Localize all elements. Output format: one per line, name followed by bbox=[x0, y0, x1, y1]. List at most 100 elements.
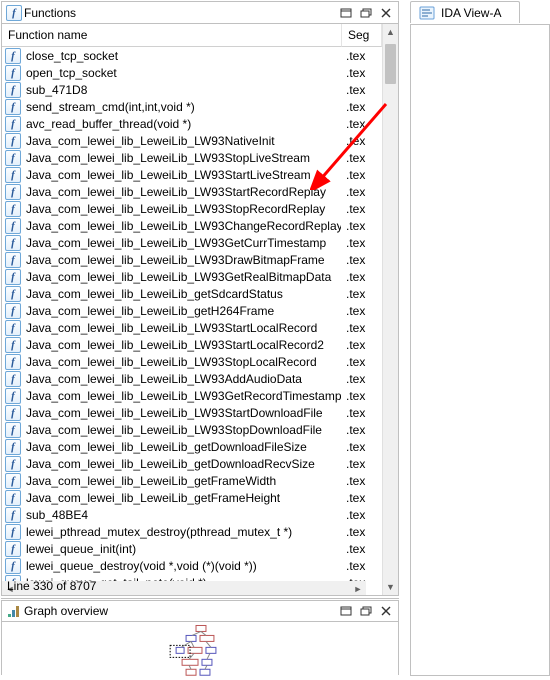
function-name: lewei_pthread_mutex_destroy(pthread_mute… bbox=[26, 525, 341, 539]
function-name: Java_com_lewei_lib_LeweiLib_getFrameWidt… bbox=[26, 474, 341, 488]
table-row[interactable]: fJava_com_lewei_lib_LeweiLib_LW93ChangeR… bbox=[2, 217, 382, 234]
function-segment: .tex bbox=[346, 423, 382, 437]
functions-panel: f Functions Function name Seg fclose_tcp… bbox=[1, 1, 399, 596]
table-row[interactable]: favc_read_buffer_thread(void *).tex bbox=[2, 115, 382, 132]
function-icon: f bbox=[5, 184, 21, 200]
function-icon: f bbox=[5, 235, 21, 251]
function-segment: .tex bbox=[346, 406, 382, 420]
panel-window-button[interactable] bbox=[338, 6, 354, 20]
function-name: Java_com_lewei_lib_LeweiLib_getDownloadR… bbox=[26, 457, 341, 471]
panel-restore-button[interactable] bbox=[358, 6, 374, 20]
table-row[interactable]: fJava_com_lewei_lib_LeweiLib_LW93NativeI… bbox=[2, 132, 382, 149]
function-segment: .tex bbox=[346, 202, 382, 216]
table-row[interactable]: fJava_com_lewei_lib_LeweiLib_LW93AddAudi… bbox=[2, 370, 382, 387]
scrollbar-thumb[interactable] bbox=[385, 44, 396, 84]
table-row[interactable]: fJava_com_lewei_lib_LeweiLib_LW93StartRe… bbox=[2, 183, 382, 200]
table-row[interactable]: fJava_com_lewei_lib_LeweiLib_LW93StopDow… bbox=[2, 421, 382, 438]
vertical-scrollbar[interactable]: ▲ ▼ bbox=[382, 24, 398, 595]
table-row[interactable]: fJava_com_lewei_lib_LeweiLib_LW93StopRec… bbox=[2, 200, 382, 217]
table-row[interactable]: fsend_stream_cmd(int,int,void *).tex bbox=[2, 98, 382, 115]
table-row[interactable]: fJava_com_lewei_lib_LeweiLib_LW93StartLi… bbox=[2, 166, 382, 183]
function-segment: .tex bbox=[346, 83, 382, 97]
functions-table-wrap: Function name Seg fclose_tcp_socket.texf… bbox=[2, 24, 398, 595]
function-name: Java_com_lewei_lib_LeweiLib_getDownloadF… bbox=[26, 440, 341, 454]
panel-close-button[interactable] bbox=[378, 6, 394, 20]
table-row[interactable]: f Java_com_lewei_lib_LeweiLib_getDownload… bbox=[2, 455, 382, 472]
table-row[interactable]: fsub_48BE4.tex bbox=[2, 506, 382, 523]
panel-restore-button[interactable] bbox=[358, 604, 374, 618]
function-icon: f bbox=[5, 371, 21, 387]
table-row[interactable]: fJava_com_lewei_lib_LeweiLib_getSdcardSt… bbox=[2, 285, 382, 302]
function-name: Java_com_lewei_lib_LeweiLib_LW93StopLoca… bbox=[26, 355, 341, 369]
function-segment: .tex bbox=[346, 151, 382, 165]
function-icon: f bbox=[5, 65, 21, 81]
function-icon: f bbox=[5, 337, 21, 353]
function-icon: f bbox=[5, 439, 21, 455]
function-name: Java_com_lewei_lib_LeweiLib_LW93GetRealB… bbox=[26, 270, 341, 284]
function-icon: f bbox=[5, 116, 21, 132]
function-segment: .tex bbox=[346, 100, 382, 114]
table-row[interactable]: fclose_tcp_socket.tex bbox=[2, 47, 382, 64]
graph-panel-title: Graph overview bbox=[22, 604, 338, 618]
function-segment: .tex bbox=[346, 134, 382, 148]
function-segment: .tex bbox=[346, 287, 382, 301]
restore-icon bbox=[360, 606, 372, 616]
table-row[interactable]: fsub_471D8.tex bbox=[2, 81, 382, 98]
col-segment[interactable]: Seg bbox=[342, 24, 382, 47]
function-icon: f bbox=[5, 99, 21, 115]
functions-footer: Line 330 of 8707 bbox=[1, 574, 399, 599]
function-icon: f bbox=[5, 303, 21, 319]
function-segment: .tex bbox=[346, 304, 382, 318]
function-icon: f bbox=[5, 133, 21, 149]
function-segment: .tex bbox=[346, 49, 382, 63]
table-row[interactable]: fJava_com_lewei_lib_LeweiLib_LW93GetReal… bbox=[2, 268, 382, 285]
function-icon: f bbox=[5, 286, 21, 302]
table-row[interactable]: fJava_com_lewei_lib_LeweiLib_getFrameWid… bbox=[2, 472, 382, 489]
window-icon bbox=[340, 606, 352, 616]
function-segment: .tex bbox=[346, 66, 382, 80]
panel-close-button[interactable] bbox=[378, 604, 394, 618]
functions-table-body[interactable]: fclose_tcp_socket.texfopen_tcp_socket.te… bbox=[2, 47, 382, 581]
function-segment: .tex bbox=[346, 219, 382, 233]
table-row[interactable]: fJava_com_lewei_lib_LeweiLib_LW93StartLo… bbox=[2, 319, 382, 336]
table-row[interactable]: fJava_com_lewei_lib_LeweiLib_LW93GetReco… bbox=[2, 387, 382, 404]
functions-table: Function name Seg fclose_tcp_socket.texf… bbox=[2, 24, 382, 595]
ida-view-icon bbox=[419, 5, 435, 21]
window-icon bbox=[340, 8, 352, 18]
table-row[interactable]: f Java_com_lewei_lib_LeweiLib_getDownload… bbox=[2, 438, 382, 455]
table-row[interactable]: flewei_queue_init(int).tex bbox=[2, 540, 382, 557]
table-row[interactable]: f lewei_pthread_mutex_destroy(pthread_mut… bbox=[2, 523, 382, 540]
function-icon: f bbox=[5, 456, 21, 472]
col-function-name[interactable]: Function name bbox=[2, 24, 342, 47]
graph-overview-canvas[interactable] bbox=[2, 622, 398, 677]
tab-ida-view-a[interactable]: IDA View-A bbox=[410, 1, 520, 23]
function-name: Java_com_lewei_lib_LeweiLib_getFrameHeig… bbox=[26, 491, 341, 505]
table-row[interactable]: fJava_com_lewei_lib_LeweiLib_LW93StartDo… bbox=[2, 404, 382, 421]
panel-buttons bbox=[338, 604, 394, 618]
function-segment: .tex bbox=[346, 559, 382, 573]
function-name: sub_471D8 bbox=[26, 83, 341, 97]
function-segment: .tex bbox=[346, 372, 382, 386]
function-name: Java_com_lewei_lib_LeweiLib_LW93GetCurrT… bbox=[26, 236, 341, 250]
table-row[interactable]: fJava_com_lewei_lib_LeweiLib_getH264Fram… bbox=[2, 302, 382, 319]
table-row[interactable]: f Java_com_lewei_lib_LeweiLib_LW93StopLoc… bbox=[2, 353, 382, 370]
table-row[interactable]: fJava_com_lewei_lib_LeweiLib_LW93StartLo… bbox=[2, 336, 382, 353]
function-icon: f bbox=[5, 524, 21, 540]
table-row[interactable]: fJava_com_lewei_lib_LeweiLib_LW93StopLiv… bbox=[2, 149, 382, 166]
function-name: Java_com_lewei_lib_LeweiLib_LW93StopReco… bbox=[26, 202, 341, 216]
function-segment: .tex bbox=[346, 117, 382, 131]
ida-view-body[interactable] bbox=[410, 24, 550, 676]
function-icon: f bbox=[5, 490, 21, 506]
table-row[interactable]: flewei_queue_destroy(void *,void (*)(voi… bbox=[2, 557, 382, 574]
function-icon: f bbox=[6, 5, 22, 21]
table-row[interactable]: f Java_com_lewei_lib_LeweiLib_getFrameHei… bbox=[2, 489, 382, 506]
function-icon: f bbox=[5, 354, 21, 370]
table-row[interactable]: fJava_com_lewei_lib_LeweiLib_LW93DrawBit… bbox=[2, 251, 382, 268]
function-name: Java_com_lewei_lib_LeweiLib_LW93GetRecor… bbox=[26, 389, 341, 403]
scroll-up-icon[interactable]: ▲ bbox=[383, 24, 398, 40]
table-row[interactable]: fopen_tcp_socket.tex bbox=[2, 64, 382, 81]
graph-overview-panel: Graph overview bbox=[1, 600, 399, 675]
function-name: lewei_queue_destroy(void *,void (*)(void… bbox=[26, 559, 341, 573]
panel-window-button[interactable] bbox=[338, 604, 354, 618]
table-row[interactable]: f Java_com_lewei_lib_LeweiLib_LW93GetCurr… bbox=[2, 234, 382, 251]
